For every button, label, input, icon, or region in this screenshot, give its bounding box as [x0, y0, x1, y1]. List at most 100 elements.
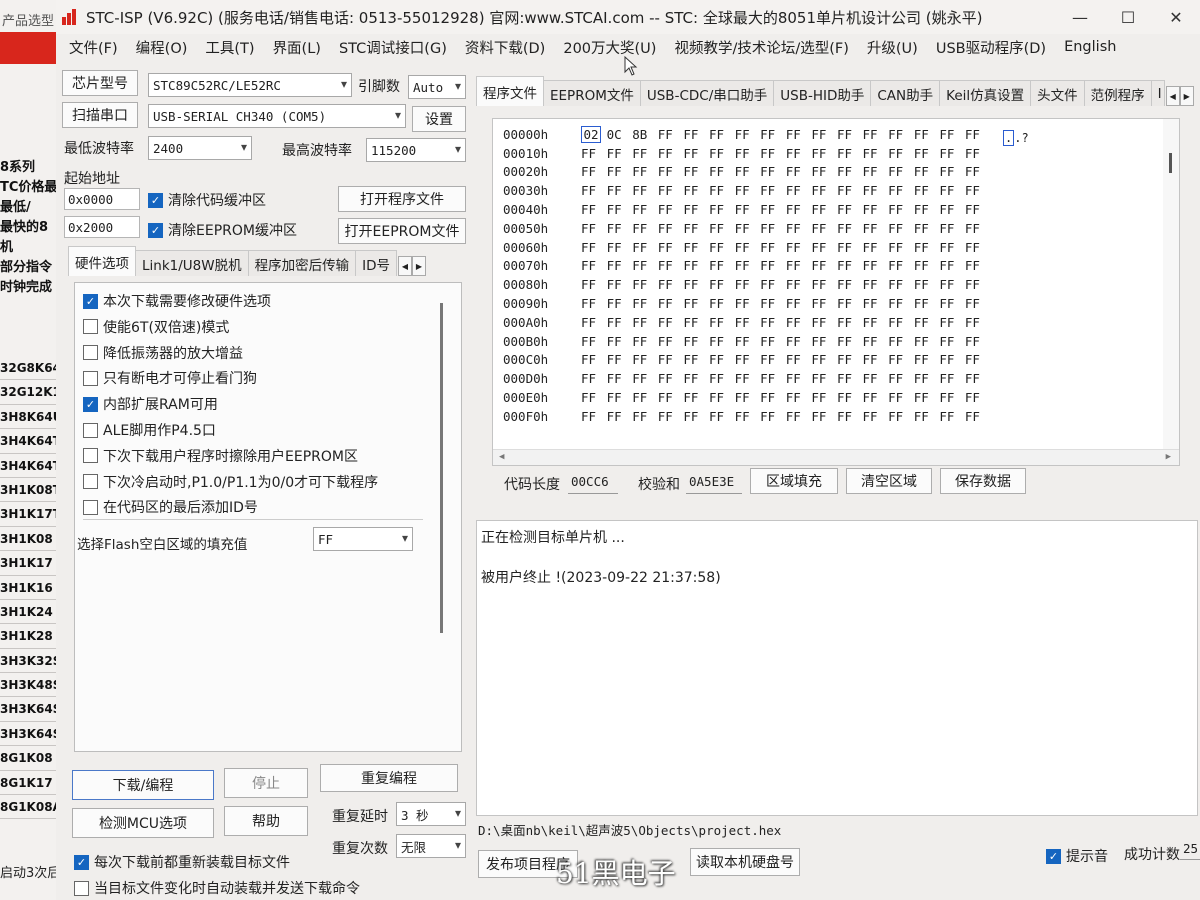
hex-byte[interactable]: FF: [683, 183, 709, 198]
save-data-button[interactable]: 保存数据: [940, 468, 1026, 494]
hex-byte[interactable]: FF: [735, 315, 761, 330]
hex-byte[interactable]: FF: [837, 390, 863, 405]
hex-byte[interactable]: FF: [965, 334, 991, 349]
hex-byte[interactable]: FF: [760, 409, 786, 424]
hex-byte[interactable]: FF: [709, 334, 735, 349]
hex-byte[interactable]: FF: [658, 183, 684, 198]
hex-byte[interactable]: FF: [888, 315, 914, 330]
fill-region-button[interactable]: 区域填充: [750, 468, 838, 494]
hex-byte[interactable]: FF: [965, 277, 991, 292]
menu-item[interactable]: 文件(F): [60, 37, 127, 58]
menu-item[interactable]: 资料下载(D): [456, 37, 554, 58]
hex-byte[interactable]: FF: [632, 146, 658, 161]
menu-item[interactable]: 工具(T): [196, 37, 263, 58]
hex-byte[interactable]: FF: [939, 164, 965, 179]
hex-byte[interactable]: FF: [735, 296, 761, 311]
hardware-option-checkbox[interactable]: 只有断电才可停止看门狗: [83, 368, 257, 388]
hex-byte[interactable]: FF: [939, 146, 965, 161]
menu-item[interactable]: 编程(O): [127, 37, 197, 58]
hex-byte[interactable]: FF: [837, 183, 863, 198]
right-tab[interactable]: USB-HID助手: [773, 80, 872, 106]
hex-byte[interactable]: FF: [607, 315, 633, 330]
open-program-file-button[interactable]: 打开程序文件: [338, 186, 466, 212]
hex-byte[interactable]: FF: [786, 221, 812, 236]
hex-byte[interactable]: FF: [658, 390, 684, 405]
hex-byte[interactable]: FF: [760, 183, 786, 198]
hex-byte[interactable]: FF: [837, 277, 863, 292]
read-disk-id-button[interactable]: 读取本机硬盘号: [690, 848, 800, 876]
hex-byte[interactable]: FF: [786, 371, 812, 386]
hex-byte[interactable]: FF: [735, 390, 761, 405]
hex-byte[interactable]: FF: [965, 296, 991, 311]
hex-byte[interactable]: FF: [965, 240, 991, 255]
hex-byte[interactable]: FF: [760, 240, 786, 255]
hex-byte[interactable]: FF: [658, 352, 684, 367]
hex-byte[interactable]: FF: [760, 164, 786, 179]
hex-byte[interactable]: FF: [658, 277, 684, 292]
hex-byte[interactable]: FF: [863, 296, 889, 311]
scan-port-button[interactable]: 扫描串口: [62, 102, 138, 128]
hex-byte[interactable]: FF: [914, 315, 940, 330]
hex-byte[interactable]: FF: [607, 409, 633, 424]
hex-byte[interactable]: FF: [965, 352, 991, 367]
scroll-left-icon[interactable]: ◀: [499, 452, 504, 462]
hex-byte[interactable]: FF: [939, 352, 965, 367]
hex-byte[interactable]: FF: [965, 409, 991, 424]
hex-byte[interactable]: FF: [735, 164, 761, 179]
hex-byte[interactable]: FF: [581, 390, 607, 405]
hex-byte[interactable]: FF: [863, 409, 889, 424]
left-tab[interactable]: ID号: [355, 250, 397, 276]
hex-byte[interactable]: FF: [811, 221, 837, 236]
hex-byte[interactable]: FF: [735, 240, 761, 255]
hex-byte[interactable]: FF: [965, 146, 991, 161]
hex-byte[interactable]: FF: [914, 334, 940, 349]
hex-byte[interactable]: FF: [581, 334, 607, 349]
download-program-button[interactable]: 下载/编程: [72, 770, 214, 800]
port-select[interactable]: USB-SERIAL CH340 (COM5) ▼: [148, 104, 406, 128]
hex-byte[interactable]: FF: [760, 334, 786, 349]
settings-button[interactable]: 设置: [412, 106, 466, 132]
hex-byte[interactable]: FF: [735, 334, 761, 349]
hex-byte[interactable]: FF: [811, 183, 837, 198]
open-eeprom-file-button[interactable]: 打开EEPROM文件: [338, 218, 466, 244]
hex-byte[interactable]: FF: [709, 202, 735, 217]
hex-byte[interactable]: FF: [683, 221, 709, 236]
hex-byte[interactable]: FF: [683, 315, 709, 330]
hex-byte[interactable]: FF: [632, 315, 658, 330]
close-button[interactable]: ✕: [1152, 8, 1200, 27]
right-tab[interactable]: 程序文件: [476, 76, 544, 106]
horizontal-scrollbar[interactable]: ◀ ▶: [493, 449, 1179, 465]
hex-byte[interactable]: FF: [914, 183, 940, 198]
hex-byte[interactable]: FF: [760, 352, 786, 367]
hex-byte[interactable]: FF: [837, 221, 863, 236]
hex-byte[interactable]: FF: [607, 202, 633, 217]
hex-byte[interactable]: FF: [888, 164, 914, 179]
hex-byte[interactable]: FF: [837, 371, 863, 386]
vertical-scrollbar[interactable]: [1163, 119, 1179, 449]
hardware-option-checkbox[interactable]: 在代码区的最后添加ID号: [83, 497, 258, 517]
hex-byte[interactable]: FF: [632, 277, 658, 292]
hex-byte[interactable]: FF: [658, 202, 684, 217]
hex-byte[interactable]: FF: [863, 334, 889, 349]
hex-byte[interactable]: FF: [709, 221, 735, 236]
hex-byte[interactable]: FF: [888, 409, 914, 424]
hex-byte[interactable]: FF: [837, 202, 863, 217]
hex-byte[interactable]: FF: [607, 277, 633, 292]
scroll-right-icon[interactable]: ▶: [1166, 452, 1171, 462]
left-tab[interactable]: 硬件选项: [68, 246, 136, 276]
hex-byte[interactable]: FF: [786, 390, 812, 405]
hex-byte[interactable]: FF: [888, 352, 914, 367]
hex-byte[interactable]: FF: [607, 221, 633, 236]
repeat-count-select[interactable]: 无限 ▼: [396, 834, 466, 858]
hex-byte[interactable]: FF: [632, 371, 658, 386]
hex-byte[interactable]: FF: [811, 334, 837, 349]
hex-byte[interactable]: FF: [965, 164, 991, 179]
hex-byte[interactable]: FF: [965, 183, 991, 198]
scroll-right-icon[interactable]: ▶: [412, 256, 426, 276]
hex-byte[interactable]: FF: [709, 258, 735, 273]
hardware-option-checkbox[interactable]: 下次冷启动时,P1.0/P1.1为0/0才可下载程序: [83, 472, 378, 492]
hex-byte[interactable]: FF: [607, 371, 633, 386]
start-address-input-2[interactable]: 0x2000: [64, 216, 140, 238]
hex-byte[interactable]: FF: [939, 183, 965, 198]
hex-byte[interactable]: FF: [837, 334, 863, 349]
